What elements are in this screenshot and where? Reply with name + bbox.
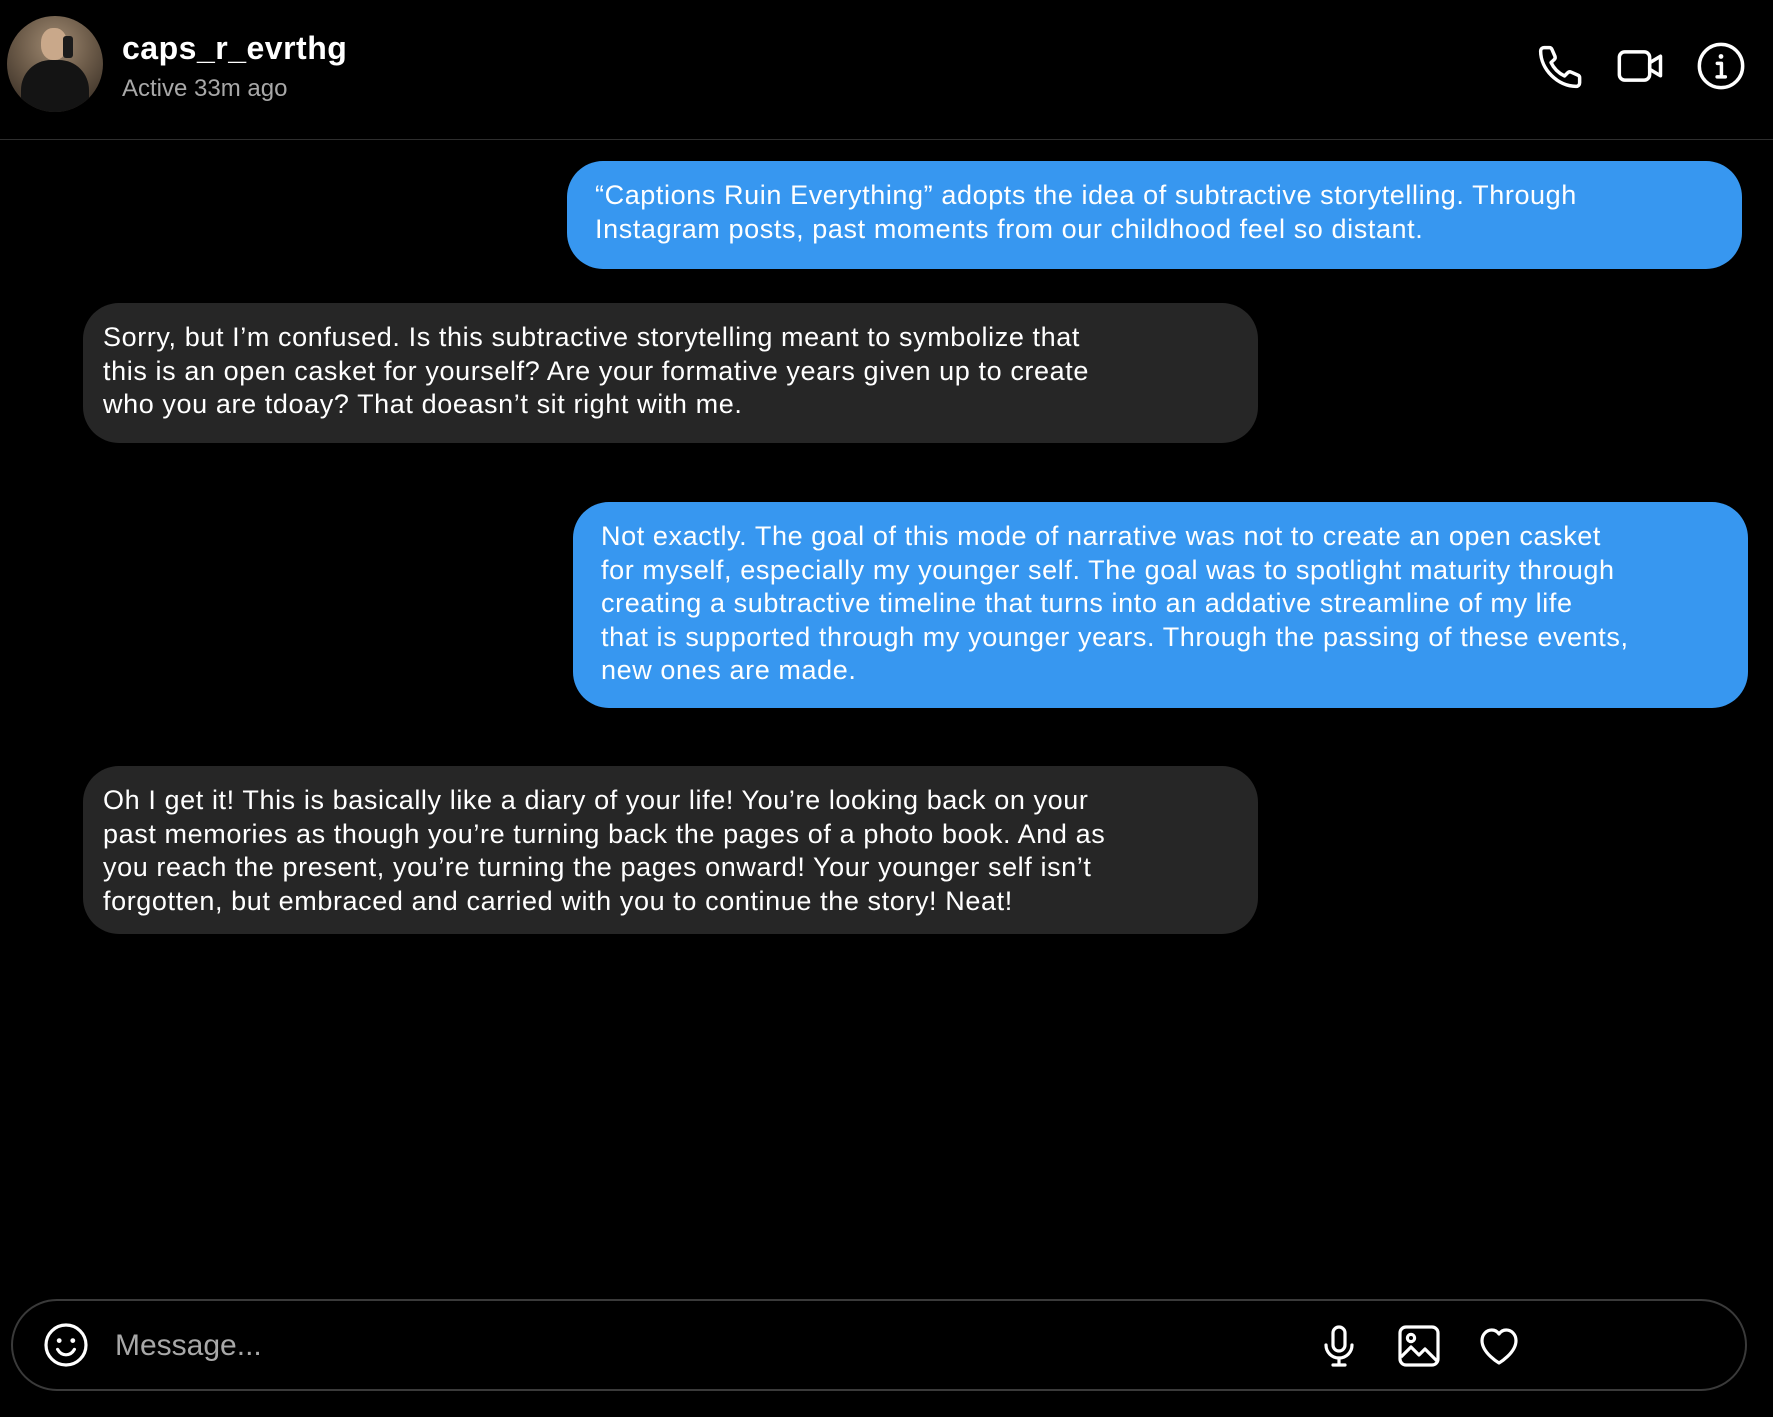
username[interactable]: caps_r_evrthg — [122, 30, 347, 67]
message-sent[interactable]: Not exactly. The goal of this mode of na… — [573, 502, 1748, 708]
phone-icon[interactable] — [1535, 40, 1587, 92]
video-camera-icon[interactable] — [1615, 40, 1667, 92]
microphone-icon[interactable] — [1315, 1322, 1363, 1370]
info-icon[interactable] — [1695, 40, 1747, 92]
avatar[interactable] — [7, 16, 103, 112]
message-input[interactable] — [113, 1319, 1467, 1373]
chat-header: caps_r_evrthg Active 33m ago — [0, 0, 1773, 140]
message-sent[interactable]: “Captions Ruin Everything” adopts the id… — [567, 161, 1742, 269]
avatar-phone — [63, 36, 73, 58]
message-composer — [11, 1299, 1747, 1391]
message-received[interactable]: Sorry, but I’m confused. Is this subtrac… — [83, 303, 1258, 443]
active-status: Active 33m ago — [122, 75, 288, 102]
message-received[interactable]: Oh I get it! This is basically like a di… — [83, 766, 1258, 934]
heart-icon[interactable] — [1475, 1322, 1523, 1370]
image-icon[interactable] — [1395, 1322, 1443, 1370]
emoji-icon[interactable] — [42, 1321, 90, 1369]
avatar-body — [21, 60, 89, 112]
